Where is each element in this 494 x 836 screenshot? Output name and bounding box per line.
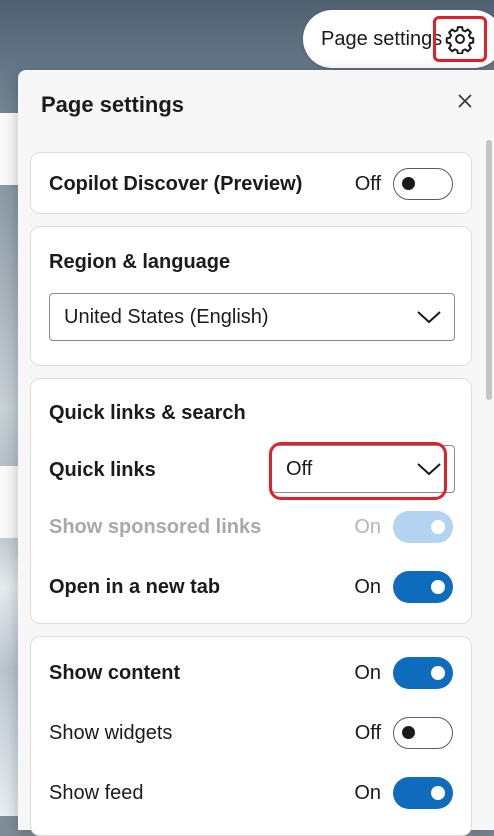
quick-links-label: Quick links <box>49 458 156 481</box>
close-icon <box>458 94 472 108</box>
copilot-toggle[interactable] <box>393 168 453 200</box>
page-settings-button[interactable] <box>433 16 487 62</box>
close-button[interactable] <box>454 90 476 112</box>
sponsored-label: Show sponsored links <box>49 515 262 538</box>
show-feed-state: On <box>354 781 381 804</box>
new-tab-label: Open in a new tab <box>49 575 221 598</box>
sponsored-state: On <box>354 515 381 538</box>
content-card: Show content On Show widgets Off Show fe… <box>30 636 472 836</box>
sponsored-toggle <box>393 511 453 543</box>
chevron-down-icon <box>417 463 441 476</box>
sponsored-row: Show sponsored links On <box>49 510 453 544</box>
page-settings-pill[interactable]: Page settings <box>303 10 494 68</box>
scrollbar-thumb[interactable] <box>486 140 492 400</box>
show-feed-row: Show feed On <box>49 776 453 810</box>
copilot-card: Copilot Discover (Preview) Off <box>30 152 472 214</box>
region-selected-value: United States (English) <box>64 305 269 328</box>
quick-links-title-row: Quick links & search <box>49 396 453 430</box>
copilot-label: Copilot Discover (Preview) <box>49 172 303 195</box>
show-widgets-row: Show widgets Off <box>49 716 453 750</box>
region-title-row: Region & language <box>49 245 453 279</box>
quick-links-value: Off <box>286 457 313 480</box>
page-settings-label: Page settings <box>321 27 443 50</box>
quick-links-card: Quick links & search Quick links Off Sho… <box>30 378 472 624</box>
new-tab-toggle[interactable] <box>393 571 453 603</box>
show-content-row: Show content On <box>49 656 453 690</box>
new-tab-row: Open in a new tab On <box>49 570 453 604</box>
show-widgets-label: Show widgets <box>49 721 173 744</box>
new-tab-state: On <box>354 575 381 598</box>
show-feed-label: Show feed <box>49 781 144 804</box>
show-widgets-state: Off <box>354 721 381 744</box>
gear-icon <box>445 26 475 54</box>
show-content-label: Show content <box>49 661 181 684</box>
background-card <box>0 113 18 185</box>
region-select[interactable]: United States (English) <box>49 293 455 341</box>
copilot-row: Copilot Discover (Preview) Off <box>49 167 453 201</box>
show-content-state: On <box>354 661 381 684</box>
quick-links-title: Quick links & search <box>49 401 246 424</box>
show-widgets-toggle[interactable] <box>393 717 453 749</box>
quick-links-select[interactable]: Off <box>271 445 455 493</box>
panel-title: Page settings <box>41 92 185 117</box>
region-title: Region & language <box>49 250 231 273</box>
page-settings-panel: Page settings Copilot Discover (Preview)… <box>18 70 494 836</box>
chevron-down-icon <box>417 311 441 324</box>
region-card: Region & language United States (English… <box>30 226 472 366</box>
background-card <box>0 466 18 538</box>
show-content-toggle[interactable] <box>393 657 453 689</box>
show-feed-toggle[interactable] <box>393 777 453 809</box>
copilot-state: Off <box>354 172 381 195</box>
